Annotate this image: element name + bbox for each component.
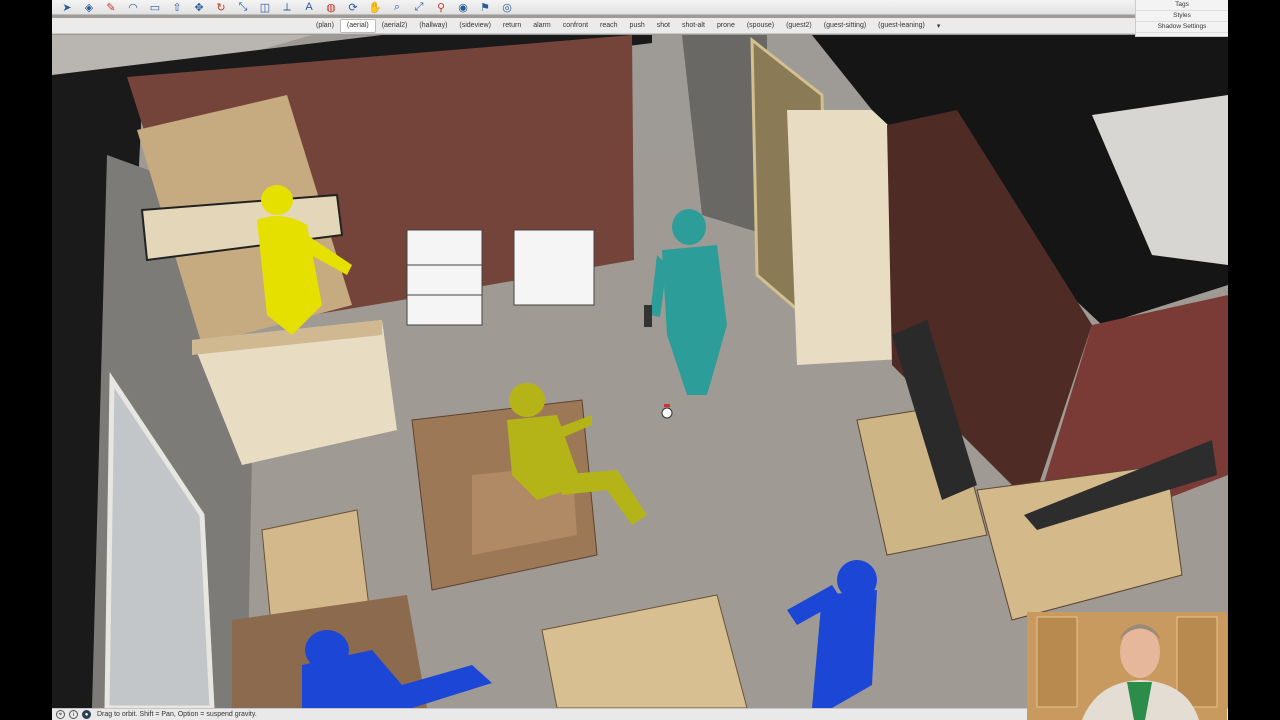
scene-tabs-bar: (plan) (aerial) (aerial2) (hallway) (sidevie…	[52, 18, 1228, 34]
move-icon[interactable]: ✥	[190, 1, 208, 14]
look-around-icon[interactable]: ◉	[454, 1, 472, 14]
model-viewport[interactable]	[52, 35, 1228, 708]
push-pull-icon[interactable]: ⇧	[168, 1, 186, 14]
scene-tab[interactable]: (guest-sitting)	[818, 20, 872, 32]
scene-tab[interactable]: (aerial2)	[376, 20, 414, 32]
section-plane-icon[interactable]: ◎	[498, 1, 516, 14]
scene-tab[interactable]: (aerial)	[339, 18, 376, 33]
scene-tab[interactable]: shot-alt	[676, 20, 711, 32]
pencil-icon[interactable]: ✎	[102, 1, 120, 14]
position-camera-icon[interactable]: ⚑	[476, 1, 494, 14]
offset-icon[interactable]: ◫	[256, 1, 274, 14]
scene-tab[interactable]: (plan)	[310, 20, 340, 32]
credits-icon[interactable]: ●	[82, 710, 91, 719]
scene-tab[interactable]: shot	[651, 20, 676, 32]
pan-icon[interactable]: ✋	[366, 1, 384, 14]
paint-icon[interactable]: ◍	[322, 1, 340, 14]
rotate-icon[interactable]: ↻	[212, 1, 230, 14]
info-icon[interactable]: i	[69, 710, 78, 719]
geolocation-icon[interactable]: ⌖	[56, 710, 65, 719]
white-shelf-left[interactable]	[406, 229, 483, 326]
default-tray: Tags Styles Shadow Settings	[1135, 0, 1228, 37]
text-icon[interactable]: A	[300, 1, 318, 14]
scene-tab[interactable]: (guest2)	[780, 20, 818, 32]
scene-tab[interactable]: alarm	[527, 20, 557, 32]
tray-panel-tags[interactable]: Tags	[1136, 0, 1228, 11]
zoom-extents-icon[interactable]: ⤢	[410, 1, 428, 14]
scene-tab[interactable]: prone	[711, 20, 741, 32]
scene-tab[interactable]: reach	[594, 20, 624, 32]
scene-tab[interactable]: (spouse)	[741, 20, 780, 32]
rectangle-icon[interactable]: ▭	[146, 1, 164, 14]
scale-icon[interactable]: ⤡	[234, 1, 252, 14]
white-cube-shelf[interactable]	[513, 229, 595, 306]
zoom-icon[interactable]: ⌕	[388, 1, 406, 14]
walk-icon[interactable]: ⚲	[432, 1, 450, 14]
scene-tabs-menu-icon[interactable]: ▾	[931, 22, 947, 30]
eraser-icon[interactable]: ◈	[80, 1, 98, 14]
tray-panel-styles[interactable]: Styles	[1136, 11, 1228, 22]
select-icon[interactable]: ➤	[58, 1, 76, 14]
main-toolbar: ➤ ◈ ✎ ◠ ▭ ⇧ ✥ ↻ ⤡ ◫ ⟂ A ◍ ⟳ ✋ ⌕ ⤢ ⚲ ◉ ⚑ ◎	[52, 0, 1228, 15]
tray-panel-shadow-settings[interactable]: Shadow Settings	[1136, 22, 1228, 33]
presenter-video	[1027, 612, 1227, 720]
tape-measure-icon[interactable]: ⟂	[278, 1, 296, 14]
scene-tab[interactable]: (sideview)	[453, 20, 497, 32]
status-message: Drag to orbit. Shift = Pan, Option = sus…	[97, 711, 257, 718]
scene-tab[interactable]: push	[624, 20, 651, 32]
3d-model-scene[interactable]	[52, 35, 1228, 708]
scene-tab[interactable]: confront	[557, 20, 594, 32]
arc-icon[interactable]: ◠	[124, 1, 142, 14]
presenter-webcam-overlay	[1027, 612, 1227, 720]
scene-tab[interactable]: (hallway)	[413, 20, 453, 32]
scene-tab[interactable]: return	[497, 20, 527, 32]
scene-tab[interactable]: (guest-leaning)	[872, 20, 931, 32]
orbit-icon[interactable]: ⟳	[344, 1, 362, 14]
